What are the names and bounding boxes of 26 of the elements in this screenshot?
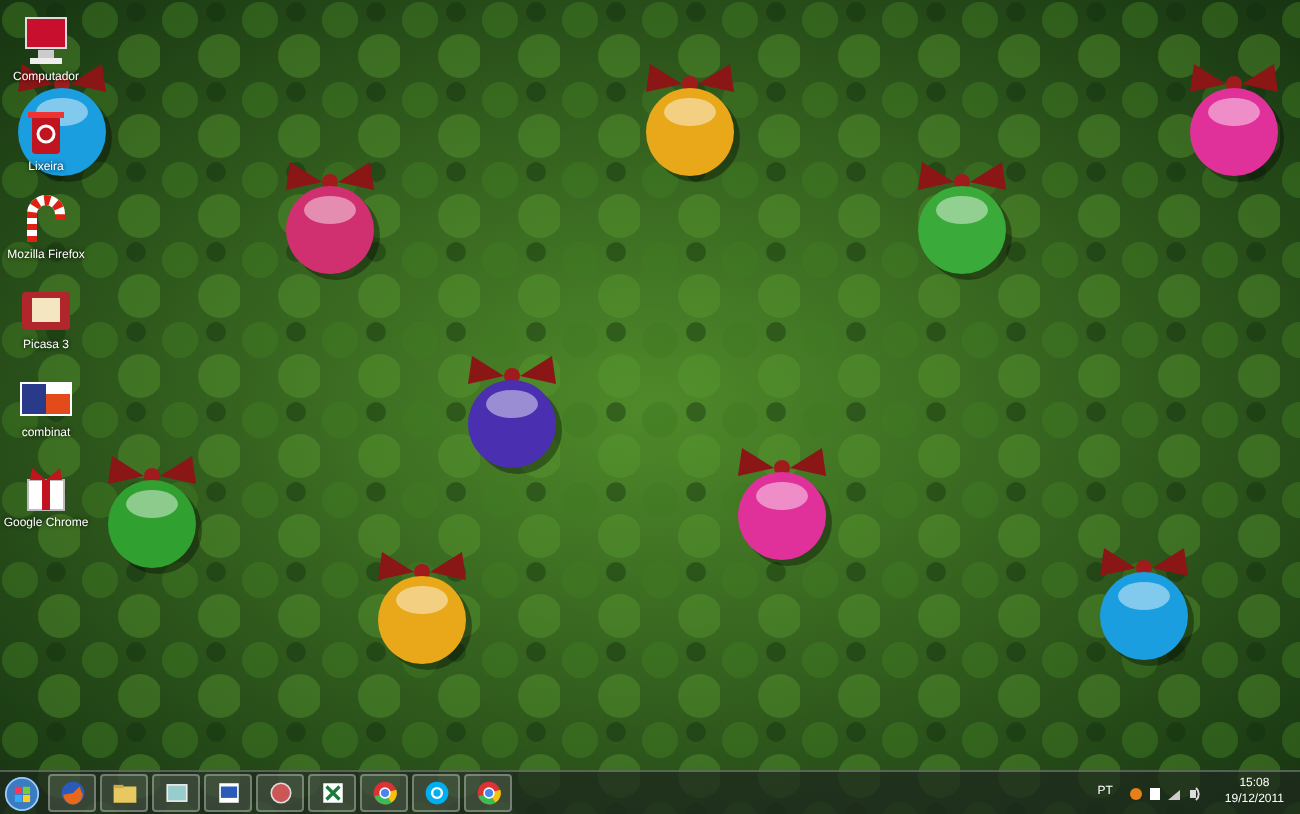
document-icon [215,780,241,806]
ornament-drawing [738,448,832,566]
spreadsheet-icon [319,780,345,806]
ornament-drawing [378,552,472,670]
fox-icon [59,780,85,806]
ornament-drawing [108,456,202,574]
taskbar-button[interactable] [412,774,460,812]
ornament-drawing [1100,548,1194,666]
taskbar-button[interactable] [360,774,408,812]
taskbar-button[interactable] [152,774,200,812]
ornament-drawing [918,162,1012,280]
ornament-drawing [1190,64,1284,182]
taskbar-button[interactable] [256,774,304,812]
taskbar-button[interactable] [308,774,356,812]
ornament-drawing [646,64,740,182]
chrome-icon [475,780,501,806]
ornament-drawing [468,356,562,474]
start-button[interactable] [4,775,40,811]
chrome-icon [371,780,397,806]
skype-icon [423,780,449,806]
taskbar-button[interactable] [100,774,148,812]
taskbar-button[interactable] [464,774,512,812]
taskbar-button[interactable] [204,774,252,812]
folder-icon [111,780,137,806]
window-icon [163,780,189,806]
ornament-drawing [286,162,380,280]
